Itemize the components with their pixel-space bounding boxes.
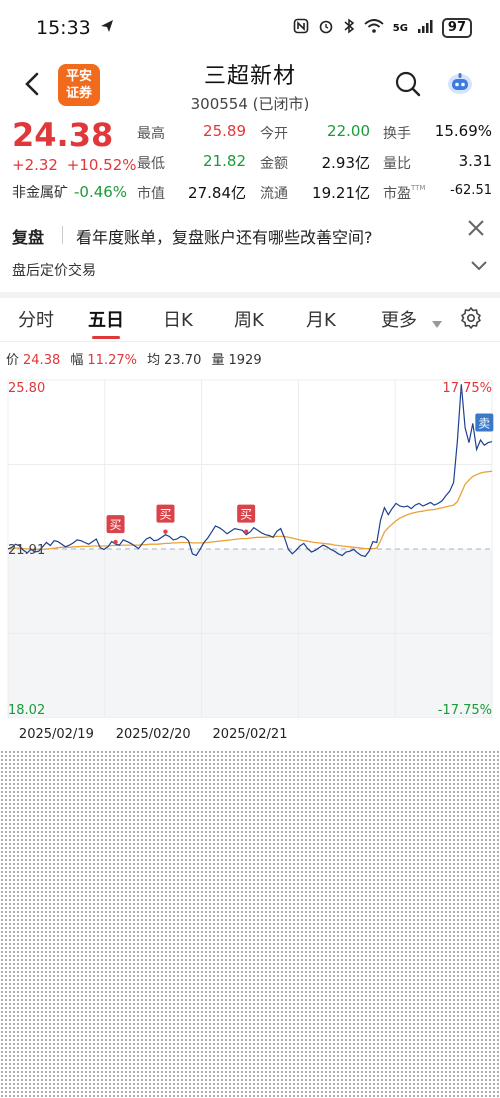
pe-label: 市盈TTM: [383, 184, 426, 202]
more-dropdown-icon: [432, 314, 442, 333]
chart-period-tabs: 分时 五日 日K 周K 月K 更多: [0, 298, 500, 342]
info-vol-label: 量: [211, 353, 225, 368]
high-value: 25.89: [203, 122, 246, 140]
float-cap-label: 流通: [260, 186, 288, 202]
alarm-icon: [318, 18, 334, 38]
market-status: (已闭市): [252, 95, 310, 113]
robot-assistant-icon: [448, 73, 472, 94]
info-avg: 23.70: [164, 353, 202, 368]
obscured-area: [0, 750, 500, 1098]
nfc-icon: [293, 18, 309, 38]
sector-change-value: -0.46%: [74, 183, 128, 201]
price-change: +2.32 +10.52%: [12, 156, 137, 174]
buy-marker-label: 买: [110, 518, 122, 532]
x-day-label: 2025/02/19: [19, 727, 94, 742]
five-day-price-chart[interactable]: 25.80 21.91 18.02 17.75% -17.75% 2025/02/19 20…: [0, 372, 500, 752]
info-avg-label: 均: [147, 353, 161, 368]
y-tick-top: 25.80: [8, 381, 45, 396]
buy-marker-label: 买: [159, 508, 171, 522]
info-vol: 1929: [228, 353, 262, 368]
signal-icon: [417, 18, 433, 38]
after-hours-trading[interactable]: 盘后定价交易: [12, 260, 96, 280]
buy-marker-label: 买: [240, 508, 252, 522]
x-day-label: 2025/02/20: [116, 727, 191, 742]
network-type-label: 5G: [392, 22, 408, 34]
assistant-button[interactable]: [445, 68, 475, 98]
broker-logo[interactable]: 平安 证券: [58, 64, 100, 106]
info-amp: 11.27%: [87, 353, 137, 368]
app-notification-icon: [99, 17, 115, 39]
turnover-value: 15.69%: [434, 122, 492, 140]
price-line: [7, 384, 493, 558]
sector-label: 非金属矿: [12, 185, 68, 201]
sector-change[interactable]: 非金属矿 -0.46%: [12, 182, 127, 202]
high-label: 最高: [137, 126, 165, 142]
x-day-label: 2025/02/21: [213, 727, 288, 742]
battery-indicator: 97: [441, 18, 472, 38]
banner-tag: 复盘: [12, 228, 45, 247]
y-pct-tick-bottom: -17.75%: [438, 703, 492, 718]
stock-name: 三超新材: [203, 64, 296, 89]
status-bar: 15:33 5G 97: [0, 0, 500, 56]
banner-divider: [62, 226, 63, 244]
search-icon: [395, 71, 421, 97]
banner-close-button[interactable]: [466, 218, 486, 242]
current-price: 24.38: [12, 116, 114, 154]
market-cap-label: 市值: [137, 186, 165, 202]
tab-daily-k[interactable]: 日K: [163, 306, 193, 332]
pe-ttm-suffix: TTM: [411, 184, 426, 192]
turnover-label: 换手: [383, 126, 411, 142]
active-tab-indicator: [92, 336, 120, 339]
stock-title: 三超新材 300554 (已闭市): [150, 58, 350, 114]
open-label: 今开: [260, 126, 288, 142]
amount-value: 2.93亿: [321, 154, 370, 172]
float-cap-value: 19.21亿: [312, 184, 370, 202]
chevron-down-icon: [471, 261, 487, 271]
tab-intraday[interactable]: 分时: [18, 306, 54, 332]
volume-ratio-value: 3.31: [458, 152, 492, 170]
stock-code-line: 300554 (已闭市): [150, 93, 350, 114]
tab-monthly-k[interactable]: 月K: [306, 306, 336, 332]
stock-code: 300554: [190, 95, 248, 113]
open-value: 22.00: [327, 122, 370, 140]
buy-point: [113, 539, 118, 545]
low-label: 最低: [137, 156, 165, 172]
quote-panel: 24.38 +2.32 +10.52% 非金属矿 -0.46% 最高 25.89 …: [0, 116, 500, 208]
info-price: 24.38: [23, 353, 61, 368]
gear-icon: [461, 307, 481, 329]
banner-text: 看年度账单，复盘账户还有哪些改善空间?: [76, 228, 373, 247]
y-tick-prev-close: 21.91: [8, 543, 45, 558]
tab-weekly-k[interactable]: 周K: [234, 306, 264, 332]
info-price-label: 价: [6, 353, 20, 368]
stock-header: 平安 证券 三超新材 300554 (已闭市): [0, 58, 500, 114]
pe-value: -62.51: [450, 183, 492, 198]
expand-button[interactable]: [470, 258, 488, 277]
back-button[interactable]: [14, 66, 50, 102]
bluetooth-icon: [343, 18, 355, 38]
chevron-left-icon: [25, 72, 39, 96]
chart-settings-button[interactable]: [459, 306, 483, 330]
review-banner[interactable]: 复盘 看年度账单，复盘账户还有哪些改善空间? 盘后定价交易: [0, 212, 500, 292]
volume-ratio-label: 量比: [383, 156, 411, 172]
change-amount: +2.32: [12, 156, 58, 174]
low-value: 21.82: [203, 152, 246, 170]
info-amp-label: 幅: [70, 353, 84, 368]
market-cap-value: 27.84亿: [188, 184, 246, 202]
sell-marker-label: 卖: [478, 416, 490, 430]
y-tick-bottom: 18.02: [8, 703, 45, 718]
buy-point: [243, 529, 249, 534]
amount-label: 金额: [260, 156, 288, 172]
y-pct-tick-top: 17.75%: [442, 381, 492, 396]
status-time: 15:33: [36, 17, 91, 39]
tab-more[interactable]: 更多: [381, 306, 417, 332]
search-button[interactable]: [394, 70, 422, 98]
buy-point: [163, 529, 168, 534]
change-percent: +10.52%: [66, 156, 137, 174]
chart-info-bar: 价 24.38 幅 11.27% 均 23.70 量 1929: [6, 349, 262, 368]
tab-five-day[interactable]: 五日: [88, 306, 124, 332]
wifi-icon: [364, 18, 384, 38]
close-icon: [468, 220, 484, 236]
